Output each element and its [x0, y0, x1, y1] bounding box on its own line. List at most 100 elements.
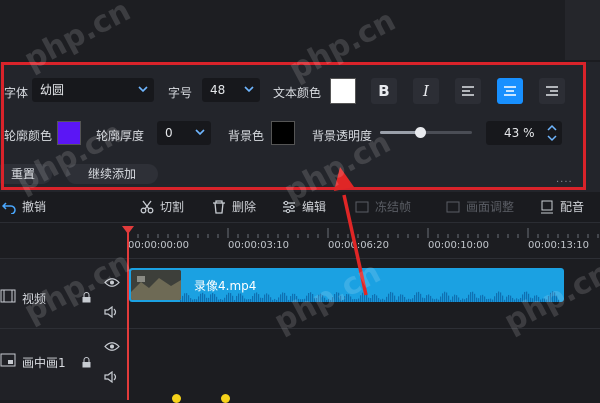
waveform-bar — [290, 296, 292, 302]
adjust-icon — [446, 201, 460, 212]
adjust-button[interactable]: 画面调整 — [446, 198, 514, 215]
stepper-arrows-icon[interactable] — [547, 124, 557, 142]
speaker-icon[interactable] — [104, 371, 120, 383]
waveform-bar — [450, 299, 452, 302]
bg-color-swatch[interactable] — [271, 121, 295, 145]
waveform-bar — [380, 299, 382, 302]
waveform-bar — [490, 298, 492, 302]
font-select-value: 幼圆 — [40, 83, 65, 97]
waveform-bar — [330, 299, 332, 302]
waveform-bar — [208, 297, 210, 302]
waveform-bar — [314, 297, 316, 302]
waveform-bar — [528, 293, 530, 302]
bg-opacity-stepper[interactable]: 43 % — [486, 121, 562, 145]
waveform-bar — [546, 299, 548, 302]
waveform-bar — [552, 291, 554, 302]
waveform-bar — [294, 293, 296, 302]
waveform-bar — [486, 299, 488, 302]
waveform-bar — [384, 299, 386, 302]
waveform-bar — [524, 291, 526, 302]
more-icon[interactable]: .... — [556, 174, 573, 185]
dubbing-button[interactable]: 配音 — [540, 198, 584, 215]
lock-icon[interactable] — [82, 357, 91, 368]
cut-label: 切割 — [160, 200, 185, 214]
outline-thickness-select[interactable]: 0 — [157, 121, 211, 145]
align-left-icon — [462, 86, 474, 96]
text-color-swatch[interactable] — [330, 78, 356, 104]
waveform-bar — [478, 298, 480, 302]
undo-button[interactable]: 撤销 — [2, 198, 46, 215]
waveform-bar — [234, 299, 236, 302]
bg-opacity-label: 背景透明度 — [312, 129, 373, 143]
waveform-bar — [298, 298, 300, 302]
waveform-bar — [272, 299, 274, 302]
waveform-bar — [250, 299, 252, 302]
track-divider — [0, 258, 600, 259]
waveform-bar — [520, 297, 522, 302]
waveform-bar — [512, 297, 514, 302]
align-left-button[interactable] — [455, 78, 481, 104]
waveform-bar — [406, 299, 408, 302]
size-label: 字号 — [168, 86, 193, 100]
align-right-button[interactable] — [539, 78, 565, 104]
waveform-bar — [430, 295, 432, 302]
font-select[interactable]: 幼圆 — [32, 78, 154, 102]
waveform-bar — [482, 294, 484, 302]
waveform-bar — [228, 292, 230, 302]
waveform-bar — [522, 294, 524, 302]
waveform-bar — [462, 298, 464, 302]
bg-opacity-slider-handle[interactable] — [414, 127, 426, 138]
waveform-bar — [188, 295, 190, 302]
waveform-bar — [302, 299, 304, 302]
bold-icon: B — [378, 82, 390, 100]
waveform-bar — [390, 291, 392, 302]
keyframe-marker[interactable] — [172, 394, 181, 403]
waveform-bar — [498, 291, 500, 302]
lock-icon[interactable] — [82, 292, 91, 303]
edit-button[interactable]: 编辑 — [282, 198, 326, 215]
playhead-handle-icon[interactable] — [122, 226, 134, 234]
waveform-bar — [526, 291, 528, 302]
continue-add-button[interactable]: 继续添加 — [66, 164, 158, 184]
waveform-bar — [310, 292, 312, 302]
waveform-bar — [468, 294, 470, 302]
waveform-bar — [238, 293, 240, 302]
waveform-bar — [182, 295, 184, 302]
waveform-bar — [442, 293, 444, 302]
waveform-bar — [282, 292, 284, 302]
waveform-bar — [440, 296, 442, 302]
size-select[interactable]: 48 — [202, 78, 260, 102]
delete-button[interactable]: 删除 — [212, 198, 256, 215]
bg-opacity-slider[interactable] — [380, 127, 472, 138]
reset-button[interactable]: 重置 — [0, 164, 52, 184]
delete-label: 删除 — [232, 200, 257, 214]
waveform-bar — [488, 298, 490, 302]
waveform-bar — [226, 294, 228, 302]
waveform-bar — [496, 293, 498, 302]
italic-button[interactable]: I — [413, 78, 439, 104]
bold-button[interactable]: B — [371, 78, 397, 104]
waveform-bar — [252, 296, 254, 302]
waveform-bar — [404, 296, 406, 302]
waveform-bar — [292, 293, 294, 302]
waveform-bar — [194, 299, 196, 302]
waveform-bar — [308, 293, 310, 302]
scrollbar-track[interactable] — [565, 0, 600, 60]
cut-button[interactable]: 切割 — [140, 198, 184, 215]
waveform-bar — [386, 296, 388, 302]
playhead[interactable] — [127, 228, 129, 400]
eye-icon[interactable] — [104, 341, 120, 352]
waveform-bar — [458, 297, 460, 302]
eye-icon[interactable] — [104, 277, 120, 288]
export-icon — [541, 200, 553, 213]
track-label-pip: 画中画1 — [22, 356, 66, 370]
waveform-bar — [324, 297, 326, 302]
waveform-bar — [278, 297, 280, 302]
speaker-icon[interactable] — [104, 306, 120, 318]
waveform-bar — [284, 292, 286, 302]
align-center-button[interactable] — [497, 78, 523, 104]
outline-color-swatch[interactable] — [57, 121, 81, 145]
waveform-bar — [400, 294, 402, 302]
keyframe-marker[interactable] — [221, 394, 230, 403]
waveform-bar — [476, 297, 478, 302]
